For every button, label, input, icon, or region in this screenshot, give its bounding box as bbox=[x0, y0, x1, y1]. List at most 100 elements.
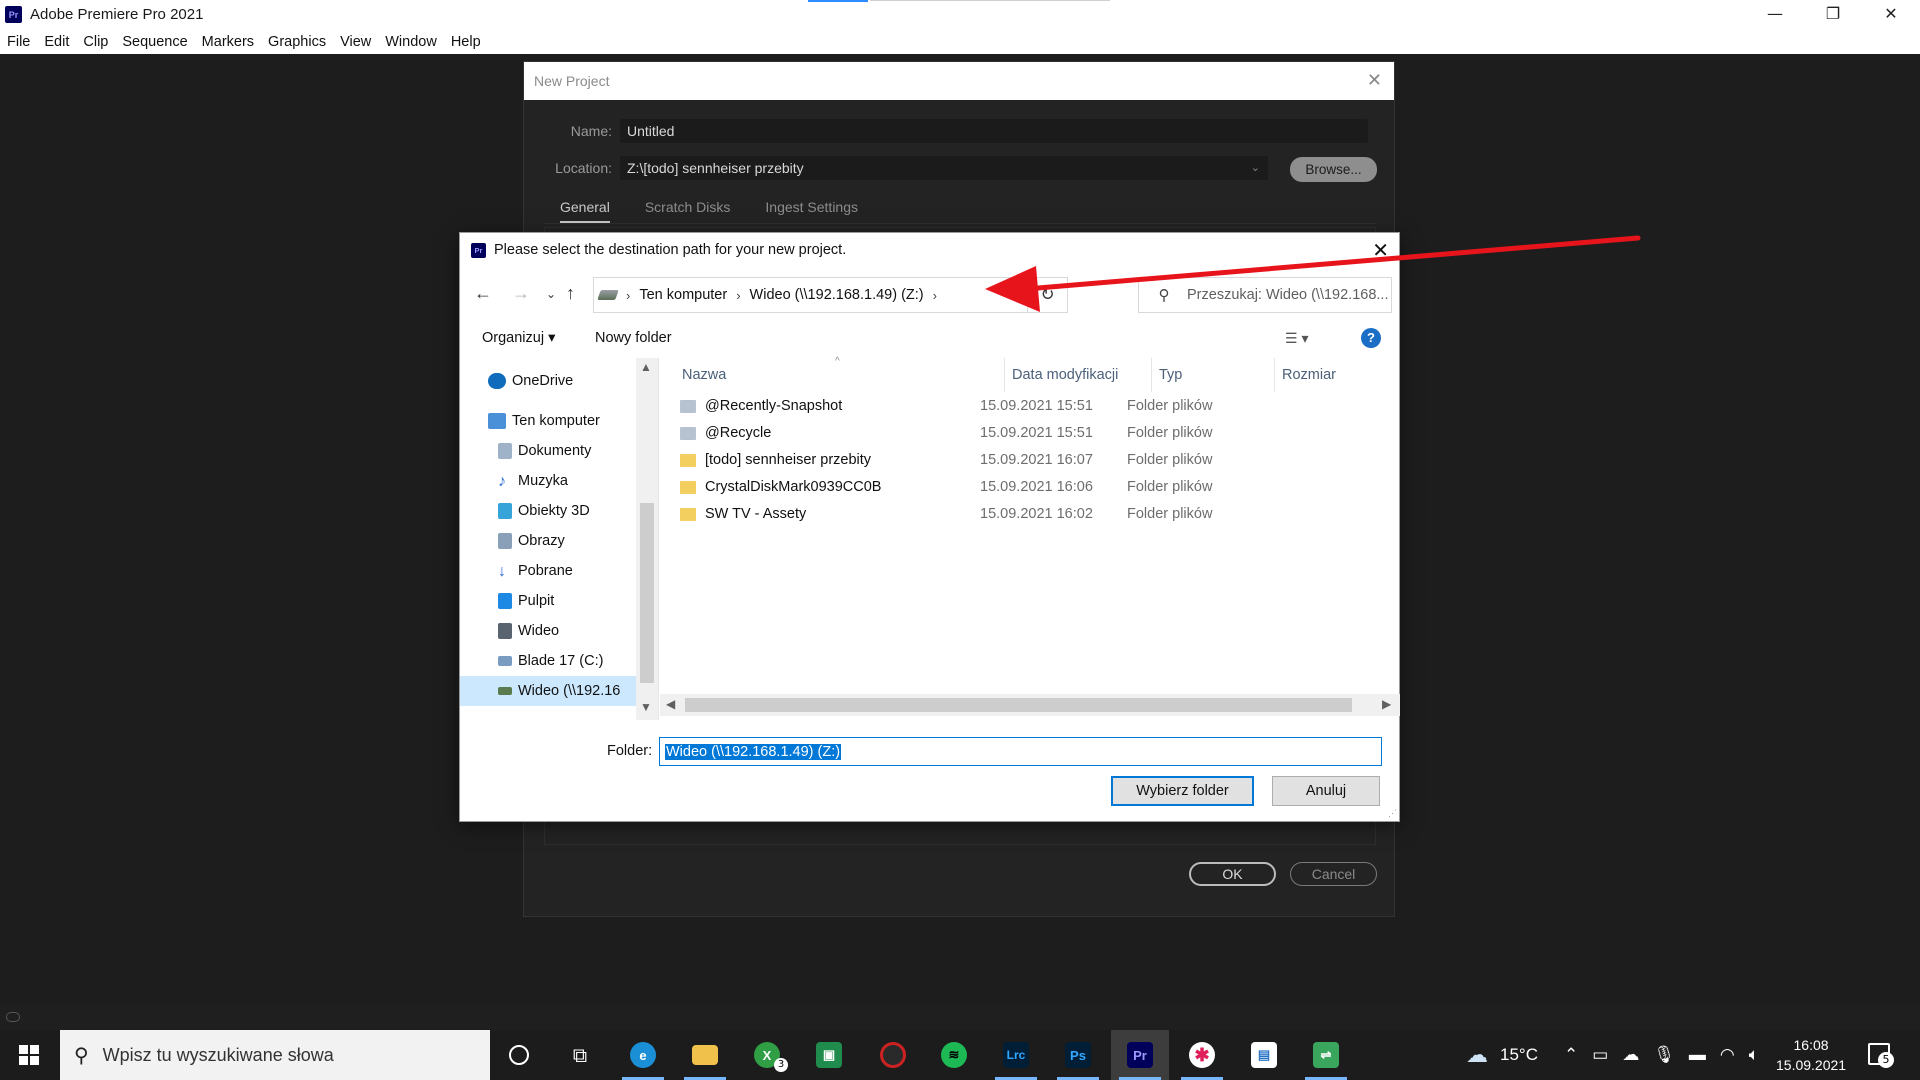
tree-item-label: Blade 17 (C:) bbox=[518, 653, 604, 669]
cancel-button[interactable]: Anuluj bbox=[1272, 776, 1380, 806]
select-folder-button[interactable]: Wybierz folder bbox=[1111, 776, 1254, 806]
back-arrow-icon[interactable]: ← bbox=[474, 283, 492, 304]
column-header-date[interactable]: Data modyfikacji bbox=[1005, 358, 1152, 392]
refresh-icon[interactable]: ↻ bbox=[1027, 278, 1067, 312]
tree-item-onedrive[interactable]: OneDrive bbox=[488, 366, 573, 396]
taskbar-photoshop[interactable]: Ps bbox=[1049, 1030, 1107, 1080]
organize-menu-button[interactable]: Organizuj ▾ bbox=[482, 330, 555, 346]
breadcrumb-chevron-icon[interactable]: › bbox=[933, 288, 937, 303]
taskbar-search[interactable]: ⚲ Wpisz tu wyszukiwane słowa bbox=[60, 1030, 490, 1080]
tree-scrollbar-thumb[interactable] bbox=[640, 503, 654, 683]
tree-item-documents[interactable]: Dokumenty bbox=[498, 436, 591, 466]
column-header-size[interactable]: Rozmiar bbox=[1275, 358, 1400, 392]
location-select[interactable]: Z:\[todo] sennheiser przebity ⌄ bbox=[620, 156, 1268, 180]
cancel-button[interactable]: Cancel bbox=[1290, 862, 1377, 886]
taskbar-davinci[interactable] bbox=[864, 1030, 922, 1080]
tree-scrollbar[interactable]: ▲ ▼ bbox=[636, 358, 658, 720]
tab-ingest-settings[interactable]: Ingest Settings bbox=[765, 192, 858, 223]
help-icon[interactable]: ? bbox=[1361, 328, 1381, 348]
restore-button[interactable]: ❐ bbox=[1804, 0, 1862, 29]
up-arrow-icon[interactable]: ↑ bbox=[566, 283, 575, 304]
onedrive-icon bbox=[488, 373, 506, 389]
microphone-icon[interactable]: 🎙︎ bbox=[1653, 1045, 1675, 1065]
menu-graphics[interactable]: Graphics bbox=[268, 34, 326, 50]
resize-grip-icon[interactable]: ⋰ bbox=[1388, 808, 1397, 819]
taskbar-spotify[interactable]: ≋ bbox=[925, 1030, 983, 1080]
column-header-name[interactable]: Nazwa ^ bbox=[675, 356, 1005, 392]
scroll-right-arrow-icon[interactable]: ▶ bbox=[1382, 697, 1391, 711]
address-dropdown-icon[interactable]: ⌄ bbox=[1012, 286, 1023, 302]
address-bar[interactable]: › Ten komputer › Wideo (\\192.168.1.49) … bbox=[593, 277, 1068, 313]
tree-item-3d-objects[interactable]: Obiekty 3D bbox=[498, 496, 590, 526]
start-button[interactable] bbox=[0, 1030, 58, 1080]
taskbar-store[interactable]: ▤ bbox=[1235, 1030, 1293, 1080]
tree-item-downloads[interactable]: ↓ Pobrane bbox=[498, 556, 573, 586]
onedrive-tray-icon[interactable]: ☁ bbox=[1622, 1045, 1639, 1065]
name-field[interactable]: Untitled bbox=[620, 119, 1368, 143]
tree-item-videos[interactable]: Wideo bbox=[498, 616, 559, 646]
tree-item-this-pc[interactable]: Ten komputer bbox=[488, 406, 600, 436]
taskbar-lightroom-classic[interactable]: Lrc bbox=[987, 1030, 1045, 1080]
recent-locations-chevron-icon[interactable]: ⌄ bbox=[546, 287, 556, 301]
breadcrumb-chevron-icon[interactable]: › bbox=[736, 288, 740, 303]
battery-icon[interactable]: ▬ bbox=[1689, 1045, 1706, 1065]
taskbar-edge[interactable]: e bbox=[614, 1030, 672, 1080]
menu-help[interactable]: Help bbox=[451, 34, 481, 50]
new-project-close-icon[interactable]: ✕ bbox=[1367, 70, 1382, 91]
horizontal-scrollbar[interactable]: ◀ ▶ bbox=[660, 694, 1400, 716]
file-row[interactable]: [todo] sennheiser przebity 15.09.2021 16… bbox=[680, 449, 1400, 471]
file-row[interactable]: @Recycle 15.09.2021 15:51 Folder plików bbox=[680, 422, 1400, 444]
wifi-icon[interactable]: ◠ bbox=[1720, 1045, 1735, 1065]
breadcrumb-network-drive[interactable]: Wideo (\\192.168.1.49) (Z:) bbox=[750, 287, 924, 303]
browse-button[interactable]: Browse... bbox=[1290, 157, 1377, 182]
file-row[interactable]: CrystalDiskMark0939CC0B 15.09.2021 16:06… bbox=[680, 476, 1400, 498]
view-options-icon[interactable]: ☰ ▾ bbox=[1285, 330, 1308, 347]
scroll-up-arrow-icon[interactable]: ▲ bbox=[640, 360, 652, 374]
file-row[interactable]: SW TV - Assety 15.09.2021 16:02 Folder p… bbox=[680, 503, 1400, 525]
column-header-type[interactable]: Typ bbox=[1152, 358, 1275, 392]
scroll-left-arrow-icon[interactable]: ◀ bbox=[666, 697, 675, 711]
minimize-button[interactable]: — bbox=[1746, 0, 1804, 29]
tree-item-pictures[interactable]: Obrazy bbox=[498, 526, 565, 556]
tab-scratch-disks[interactable]: Scratch Disks bbox=[645, 192, 731, 223]
tree-item-desktop[interactable]: Pulpit bbox=[498, 586, 554, 616]
premiere-logo-icon: Pr bbox=[5, 6, 22, 23]
show-hidden-icons-chevron-icon[interactable]: ⌃ bbox=[1564, 1045, 1578, 1065]
taskbar-file-explorer[interactable] bbox=[676, 1030, 734, 1080]
taskbar-premiere[interactable]: Pr bbox=[1111, 1030, 1169, 1080]
folder-input[interactable]: Wideo (\\192.168.1.49) (Z:) bbox=[659, 737, 1382, 766]
scroll-down-arrow-icon[interactable]: ▼ bbox=[640, 700, 652, 714]
menu-window[interactable]: Window bbox=[385, 34, 437, 50]
taskbar-clock[interactable]: 16:08 15.09.2021 bbox=[1776, 1035, 1846, 1075]
file-row[interactable]: @Recently-Snapshot 15.09.2021 15:51 Fold… bbox=[680, 395, 1400, 417]
taskbar-green-app[interactable]: ▣ bbox=[800, 1030, 858, 1080]
horizontal-scrollbar-thumb[interactable] bbox=[685, 698, 1352, 712]
taskbar-network-app[interactable]: ⇌ bbox=[1297, 1030, 1355, 1080]
ok-button[interactable]: OK bbox=[1189, 862, 1276, 886]
menu-edit[interactable]: Edit bbox=[44, 34, 69, 50]
close-button[interactable]: ✕ bbox=[1862, 0, 1920, 29]
weather-widget[interactable]: ☁ 15°C bbox=[1466, 1030, 1538, 1080]
menu-view[interactable]: View bbox=[340, 34, 371, 50]
breadcrumb-chevron-icon[interactable]: › bbox=[626, 288, 630, 303]
tree-item-drive-c[interactable]: Blade 17 (C:) bbox=[498, 646, 603, 676]
tree-item-network-drive[interactable]: Wideo (\\192.16 bbox=[460, 676, 636, 706]
new-folder-button[interactable]: Nowy folder bbox=[595, 330, 672, 346]
tab-general[interactable]: General bbox=[560, 192, 610, 223]
menu-markers[interactable]: Markers bbox=[202, 34, 254, 50]
column-type-label: Typ bbox=[1159, 367, 1183, 383]
menu-file[interactable]: File bbox=[7, 34, 30, 50]
menu-clip[interactable]: Clip bbox=[83, 34, 108, 50]
task-view-button[interactable]: ⧉ bbox=[551, 1030, 609, 1080]
meet-now-icon[interactable]: ▭ bbox=[1592, 1045, 1608, 1065]
volume-icon[interactable]: 🔈︎ bbox=[1749, 1045, 1759, 1065]
taskbar-slack[interactable]: ✱ bbox=[1173, 1030, 1231, 1080]
close-icon[interactable]: ✕ bbox=[1372, 238, 1389, 263]
cortana-button[interactable] bbox=[490, 1030, 548, 1080]
menu-sequence[interactable]: Sequence bbox=[122, 34, 187, 50]
search-box[interactable]: ⚲ Przeszukaj: Wideo (\\192.168... bbox=[1138, 277, 1392, 313]
taskbar-xbox[interactable]: X 3 bbox=[738, 1030, 796, 1080]
tree-item-music[interactable]: ♪ Muzyka bbox=[498, 466, 568, 496]
breadcrumb-this-pc[interactable]: Ten komputer bbox=[639, 287, 727, 303]
forward-arrow-icon[interactable]: → bbox=[512, 283, 530, 304]
